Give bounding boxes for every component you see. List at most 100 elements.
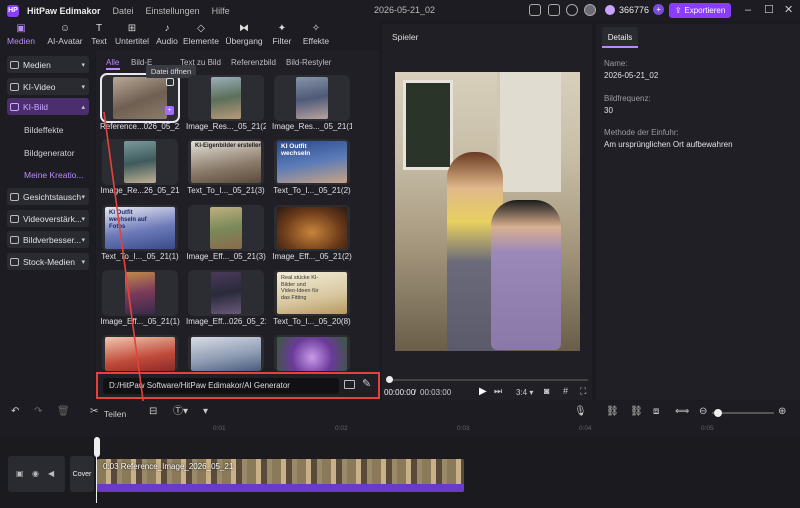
media-card[interactable]	[188, 335, 264, 371]
chevron-down-icon: ▾	[81, 236, 85, 244]
folder-open-icon[interactable]	[344, 380, 355, 389]
filter-tab-referenzbild[interactable]: Referenzbild	[231, 58, 276, 67]
microphone-icon[interactable]: 🎙	[574, 406, 587, 418]
face-swap-icon	[10, 192, 19, 201]
text-tool-icon[interactable]: Ⓣ▾	[173, 406, 188, 418]
tab-details[interactable]: Details	[602, 27, 638, 47]
tab-label: Audio	[156, 36, 178, 46]
filter-tab-bild-restyler[interactable]: Bild-Restyler	[286, 58, 331, 67]
media-card[interactable]	[188, 75, 264, 121]
tab-medien[interactable]: ▣ Medien	[0, 21, 42, 49]
media-card[interactable]	[102, 270, 178, 316]
playhead-handle[interactable]	[94, 437, 100, 457]
split-label[interactable]: Teilen	[104, 408, 126, 420]
open-file-icon[interactable]	[166, 78, 174, 86]
clip-audio-bar	[97, 484, 464, 492]
tab-filter[interactable]: ✦ Filter	[266, 21, 298, 49]
menu-hilfe[interactable]: Hilfe	[212, 6, 230, 16]
more-tools-icon[interactable]: ▾	[203, 406, 208, 418]
media-card[interactable]	[188, 270, 264, 316]
next-frame-icon[interactable]: ⏭	[494, 386, 502, 397]
menu-einstellungen[interactable]: Einstellungen	[146, 6, 200, 16]
avatar[interactable]	[584, 4, 596, 16]
tab-elemente[interactable]: ◇ Elemente	[180, 21, 222, 49]
sidebar-item-gesichtstausch[interactable]: Gesichtstausch ▾	[7, 188, 89, 205]
credits[interactable]: 366776 +	[605, 4, 665, 15]
add-credits-icon[interactable]: +	[653, 4, 665, 15]
crop-icon[interactable]: #	[563, 386, 568, 396]
add-to-timeline-icon[interactable]: +	[165, 106, 174, 115]
media-card[interactable]	[102, 335, 178, 371]
seek-handle[interactable]	[386, 376, 393, 383]
link-icon[interactable]: ⛓	[606, 406, 619, 418]
tab-untertitel[interactable]: ⊞ Untertitel	[110, 21, 154, 49]
tab-audio[interactable]: ♪ Audio	[154, 21, 180, 49]
media-card[interactable]: +	[100, 73, 180, 123]
sidebar-subitem-bildgenerator[interactable]: Bildgenerator	[24, 148, 75, 158]
filter-tab-alle[interactable]: Alle	[106, 58, 119, 67]
tab-ai-avatar[interactable]: ☺ AI-Avatar	[42, 21, 88, 49]
sidebar-item-bildverbesserer[interactable]: Bildverbesser... ▾	[7, 231, 89, 248]
download-icon[interactable]	[566, 4, 578, 16]
undo-icon[interactable]: ↶	[11, 406, 19, 418]
monitor-icon[interactable]	[529, 4, 541, 16]
play-icon[interactable]: ▶	[479, 386, 487, 397]
sidebar-item-ki-video[interactable]: KI-Video ▾	[7, 78, 89, 95]
unlink-icon[interactable]: ⛓	[630, 406, 643, 418]
sidebar-item-ki-bild[interactable]: KI-Bild ▴	[7, 98, 89, 115]
seek-bar[interactable]	[388, 379, 588, 381]
tab-effekte[interactable]: ✧ Effekte	[298, 21, 334, 49]
folder-icon	[10, 60, 19, 69]
track-visibility-icon[interactable]: ◉	[32, 469, 39, 478]
track-header: ▣ ◉ ◀	[8, 456, 65, 492]
aspect-ratio-select[interactable]: 3:4 ▾	[516, 388, 533, 397]
redo-icon[interactable]: ↷	[34, 406, 42, 418]
title-bar: HP HitPaw Edimakor Datei Einstellungen H…	[0, 0, 800, 21]
video-preview[interactable]	[395, 72, 580, 351]
sidebar-subitem-meine-kreationen[interactable]: Meine Kreatio...	[24, 170, 84, 180]
close-icon[interactable]: ✕	[784, 4, 793, 16]
media-card[interactable]: KI Outfit wechseln	[274, 139, 350, 185]
media-label: Text_To_I..._05_21(2)	[273, 186, 351, 195]
cover-button[interactable]: Cover	[70, 456, 94, 492]
name-value: 2026-05-21_02	[604, 71, 659, 80]
export-label: Exportieren	[684, 6, 726, 15]
media-card[interactable]	[274, 75, 350, 121]
feedback-icon[interactable]	[548, 4, 560, 16]
sidebar-subitem-bildeffekte[interactable]: Bildeffekte	[24, 125, 64, 135]
zoom-out-icon[interactable]: ⊖	[699, 406, 707, 418]
sidebar-item-stock-medien[interactable]: Stock-Medien ▾	[7, 253, 89, 270]
tab-label: Medien	[7, 36, 35, 46]
maximize-icon[interactable]: ☐	[764, 4, 774, 16]
media-card[interactable]: KI Outfit wechseln auf Fotos	[102, 205, 178, 251]
split-icon[interactable]: ✂	[90, 406, 98, 418]
edit-icon[interactable]: ✎	[362, 377, 371, 390]
media-card[interactable]: Real stücke KI-Bilder und Video-Ideen fü…	[274, 270, 350, 316]
zoom-in-icon[interactable]: ⊕	[778, 406, 786, 418]
sidebar-item-videoverstaerker[interactable]: Videoverstärk... ▾	[7, 210, 89, 227]
save-path-field[interactable]: D:/HitPaw Software/HitPaw Edimakor/AI Ge…	[103, 378, 339, 394]
tab-uebergang[interactable]: ⧓ Übergang	[222, 21, 266, 49]
ruler-tick: 0:05	[701, 425, 714, 432]
zoom-handle[interactable]	[714, 409, 722, 417]
snapshot-icon[interactable]: ◙	[544, 386, 549, 396]
fullscreen-icon[interactable]: ⛶	[580, 386, 586, 397]
menu-datei[interactable]: Datei	[113, 6, 134, 16]
export-button[interactable]: ⇪ Exportieren	[669, 3, 731, 18]
sidebar-item-medien[interactable]: Medien ▾	[7, 56, 89, 73]
media-card[interactable]	[274, 205, 350, 251]
media-card[interactable]	[274, 335, 350, 371]
media-card[interactable]: KI-Eigenbilder erstellen	[188, 139, 264, 185]
audio-icon: ♪	[164, 23, 170, 34]
timeline-ruler[interactable]	[0, 425, 800, 437]
media-card[interactable]	[102, 139, 178, 185]
fit-icon[interactable]: ⟺	[675, 406, 689, 418]
track-mute-icon[interactable]: ◀	[48, 469, 54, 478]
track-lock-icon[interactable]: ▣	[16, 469, 24, 478]
tab-text[interactable]: T Text	[88, 21, 110, 49]
snap-icon[interactable]: ⧈	[653, 406, 659, 418]
minimize-icon[interactable]: –	[745, 4, 751, 16]
media-card[interactable]	[188, 205, 264, 251]
delete-icon[interactable]: 🗑	[57, 406, 70, 418]
subtitle-tool-icon[interactable]: ⊟	[149, 406, 157, 418]
